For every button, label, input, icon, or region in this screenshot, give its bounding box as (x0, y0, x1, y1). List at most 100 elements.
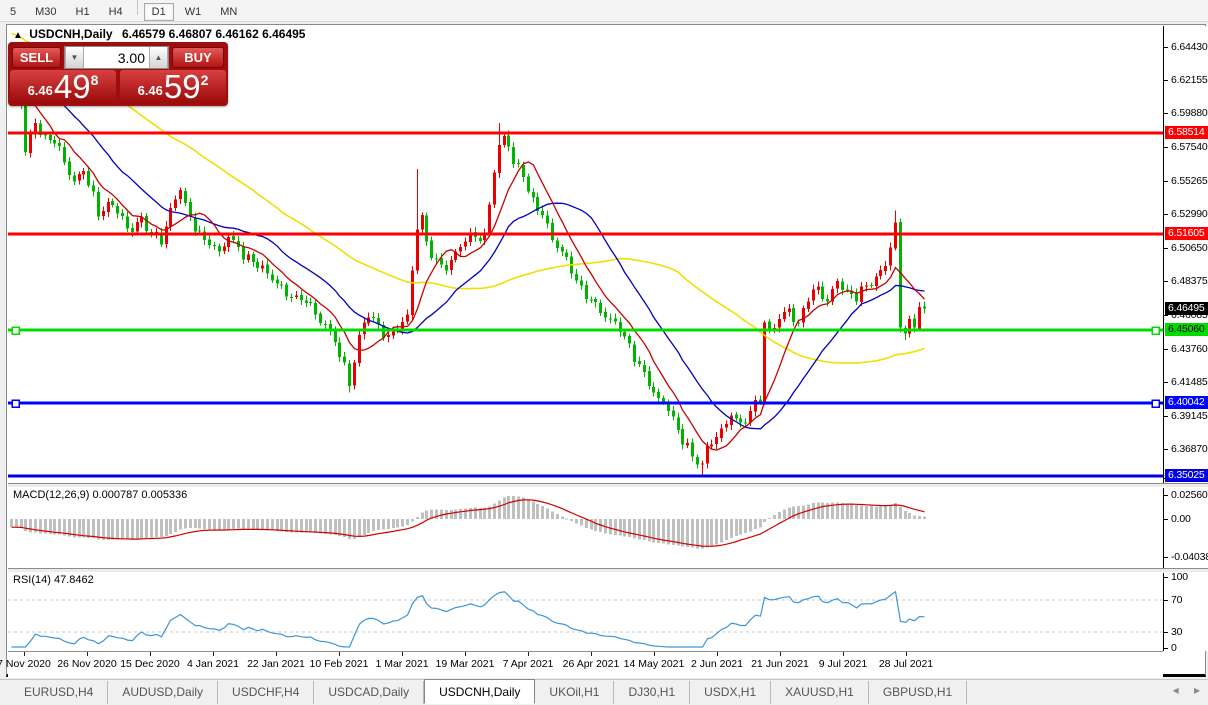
price-axis-tick: 6.50650 (1171, 242, 1208, 254)
timeframe-button-h4[interactable]: H4 (101, 3, 131, 21)
rsi-axis-tick: 0 (1171, 642, 1177, 654)
price-axis-tick: 6.64430 (1171, 41, 1208, 53)
horizontal-level-lines[interactable] (8, 133, 1163, 476)
chart-ohlc-values: 6.46579 6.46807 6.46162 6.46495 (122, 27, 306, 41)
tab-usdx[interactable]: USDX,H1 (690, 681, 771, 704)
macd-indicator-label: MACD(12,26,9) 0.000787 0.005336 (13, 489, 187, 501)
date-tick-label: 28 Jul 2021 (866, 658, 946, 670)
macd-signal-line (12, 500, 925, 547)
date-tick-mark (402, 652, 403, 656)
timeframe-button-mn[interactable]: MN (212, 3, 245, 21)
rsi-indicator-label: RSI(14) 47.8462 (13, 574, 94, 586)
date-tick-mark (654, 652, 655, 656)
level-price-badge: 6.40042 (1165, 396, 1208, 409)
price-axis[interactable]: 6.644306.621556.598806.575406.552656.529… (1163, 26, 1208, 651)
buy-button[interactable]: BUY (172, 47, 224, 68)
buy-price-display[interactable]: 6.46 59 2 (120, 70, 226, 103)
date-axis[interactable]: 7 Nov 202026 Nov 202015 Dec 20204 Jan 20… (8, 651, 1163, 678)
level-price-badge: 6.35025 (1165, 469, 1208, 482)
date-tick-mark (213, 652, 214, 656)
date-tick-mark (150, 652, 151, 656)
price-axis-tick: 6.57540 (1171, 141, 1208, 153)
level-price-badge: 6.58514 (1165, 126, 1208, 139)
timeframe-toolbar: 5M30H1H4 D1W1MN (0, 0, 1208, 22)
one-click-trade-panel: SELL ▼ ▲ BUY 6.46 49 8 6.46 59 2 (8, 42, 228, 106)
timeframe-button-5[interactable]: 5 (2, 3, 24, 21)
date-tick-mark (780, 652, 781, 656)
date-tick-mark (528, 652, 529, 656)
price-axis-tick: 6.36870 (1171, 443, 1208, 455)
tab-eurusd[interactable]: EURUSD,H4 (10, 681, 108, 704)
buy-price-pip: 2 (201, 72, 209, 88)
tab-dj30[interactable]: DJ30,H1 (614, 681, 690, 704)
volume-increase-icon[interactable]: ▲ (149, 47, 168, 68)
volume-input[interactable] (84, 47, 149, 68)
price-axis-tick: 6.43760 (1171, 343, 1208, 355)
price-axis-tick: 6.52990 (1171, 208, 1208, 220)
rsi-axis-tick: 30 (1171, 626, 1182, 638)
price-axis-tick-mark (1164, 214, 1168, 215)
rsi-axis-tick-mark (1164, 632, 1168, 633)
toolbar-separator (137, 0, 138, 15)
candlesticks (10, 76, 926, 476)
tab-ukoil[interactable]: UKOil,H1 (535, 681, 614, 704)
price-axis-tick: 6.41485 (1171, 376, 1208, 388)
macd-axis-tick-mark (1164, 495, 1168, 496)
tab-usdcad[interactable]: USDCAD,Daily (314, 681, 424, 704)
current-price-badge: 6.46495 (1165, 302, 1208, 315)
tab-scroll-right-icon[interactable]: ▸ (1194, 683, 1200, 697)
tab-xauusd[interactable]: XAUUSD,H1 (771, 681, 869, 704)
macd-axis-tick-mark (1164, 519, 1168, 520)
timeframe-button-h1[interactable]: H1 (68, 3, 98, 21)
price-axis-tick-mark (1164, 147, 1168, 148)
date-tick-mark (843, 652, 844, 656)
chart-symbol-label: USDCNH,Daily (29, 27, 112, 41)
chart-icon: ▲ (13, 30, 23, 41)
rsi-canvas[interactable] (8, 571, 1163, 651)
rsi-axis-tick-mark (1164, 648, 1168, 649)
chart-title: ▲ USDCNH,Daily 6.46579 6.46807 6.46162 6… (13, 27, 305, 41)
level-price-badge: 6.45060 (1165, 323, 1208, 336)
sell-price-big: 49 (54, 72, 91, 102)
tab-usdcnh[interactable]: USDCNH,Daily (424, 679, 535, 704)
price-axis-tick-mark (1164, 315, 1168, 316)
timeframe-button-d1[interactable]: D1 (144, 3, 174, 21)
pane-separator[interactable] (8, 568, 1208, 573)
level-price-badge: 6.51605 (1165, 227, 1208, 240)
tab-gbpusd[interactable]: GBPUSD,H1 (869, 681, 967, 704)
price-axis-tick-mark (1164, 80, 1168, 81)
date-tick-mark (591, 652, 592, 656)
macd-axis-tick-mark (1164, 557, 1168, 558)
price-axis-tick-mark (1164, 382, 1168, 383)
price-axis-tick-mark (1164, 349, 1168, 350)
tab-scroll-left-icon[interactable]: ◂ (1173, 683, 1179, 697)
date-tick-mark (87, 652, 88, 656)
timeframe-buttons: 5M30H1H4 D1W1MN (2, 0, 248, 21)
timeframe-button-m30[interactable]: M30 (27, 3, 64, 21)
tab-usdchf[interactable]: USDCHF,H4 (218, 681, 314, 704)
tab-audusd[interactable]: AUDUSD,Daily (108, 681, 218, 704)
price-axis-tick: 6.55265 (1171, 175, 1208, 187)
date-tick-mark (906, 652, 907, 656)
macd-axis-tick: 0.00 (1171, 513, 1191, 525)
sell-button[interactable]: SELL (12, 47, 61, 68)
date-tick-mark (465, 652, 466, 656)
macd-axis-tick: 0.025609 (1171, 489, 1208, 501)
date-tick-mark (717, 652, 718, 656)
price-axis-tick: 6.48375 (1171, 275, 1208, 287)
buy-price-big: 59 (164, 72, 201, 102)
price-axis-tick-mark (1164, 47, 1168, 48)
date-tick-mark (276, 652, 277, 656)
price-axis-tick: 6.62155 (1171, 74, 1208, 86)
macd-axis-tick: -0.04038 (1171, 551, 1208, 563)
pane-separator[interactable] (8, 483, 1208, 488)
sell-price-display[interactable]: 6.46 49 8 (10, 70, 116, 103)
volume-decrease-icon[interactable]: ▼ (65, 47, 84, 68)
timeframe-button-w1[interactable]: W1 (177, 3, 210, 21)
sell-price-pip: 8 (91, 72, 99, 88)
price-axis-tick-mark (1164, 449, 1168, 450)
price-axis-tick-mark (1164, 248, 1168, 249)
volume-spinner: ▼ ▲ (64, 46, 169, 69)
macd-histogram (10, 496, 926, 548)
rsi-axis-tick-mark (1164, 600, 1168, 601)
